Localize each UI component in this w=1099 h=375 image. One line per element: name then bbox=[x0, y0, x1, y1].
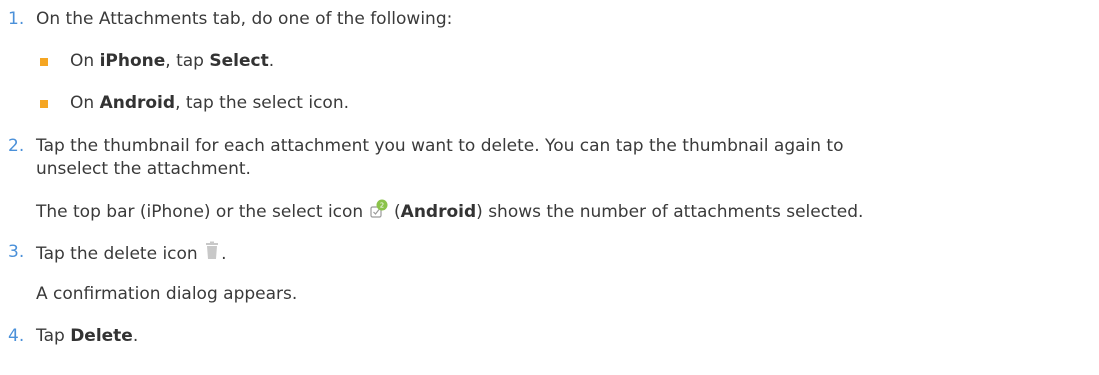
step-number: 2. bbox=[8, 136, 25, 156]
step-number: 4. bbox=[8, 326, 25, 346]
platform-iphone: iPhone bbox=[99, 51, 166, 71]
bullet-square bbox=[40, 58, 48, 66]
step-number: 3. bbox=[8, 242, 25, 262]
delete-label: Delete bbox=[70, 326, 133, 346]
step-text-line-1: Tap the thumbnail for each attachment yo… bbox=[36, 136, 844, 156]
select-label: Select bbox=[209, 51, 269, 71]
sub-item-text: On Android, tap the select icon. bbox=[70, 93, 350, 113]
sub-item-text: On iPhone, tap Select. bbox=[70, 51, 275, 71]
step-text-line-2: unselect the attachment. bbox=[36, 159, 251, 179]
note-text: The top bar (iPhone) or the select icon … bbox=[36, 199, 863, 225]
step-number: 1. bbox=[8, 9, 25, 29]
step-text: Tap Delete. bbox=[36, 326, 139, 346]
platform-android: Android bbox=[400, 202, 477, 222]
bullet-square bbox=[40, 100, 48, 108]
badge-count: 2 bbox=[379, 202, 383, 210]
instructions-page: 1. On the Attachments tab, do one of the… bbox=[0, 0, 1099, 375]
platform-android: Android bbox=[99, 93, 176, 113]
step-text: On the Attachments tab, do one of the fo… bbox=[36, 9, 453, 29]
select-badge-icon: 2 bbox=[369, 199, 389, 225]
step-text: Tap the delete icon . bbox=[36, 241, 227, 267]
trash-icon bbox=[203, 241, 221, 267]
note-text: A confirmation dialog appears. bbox=[36, 284, 298, 304]
